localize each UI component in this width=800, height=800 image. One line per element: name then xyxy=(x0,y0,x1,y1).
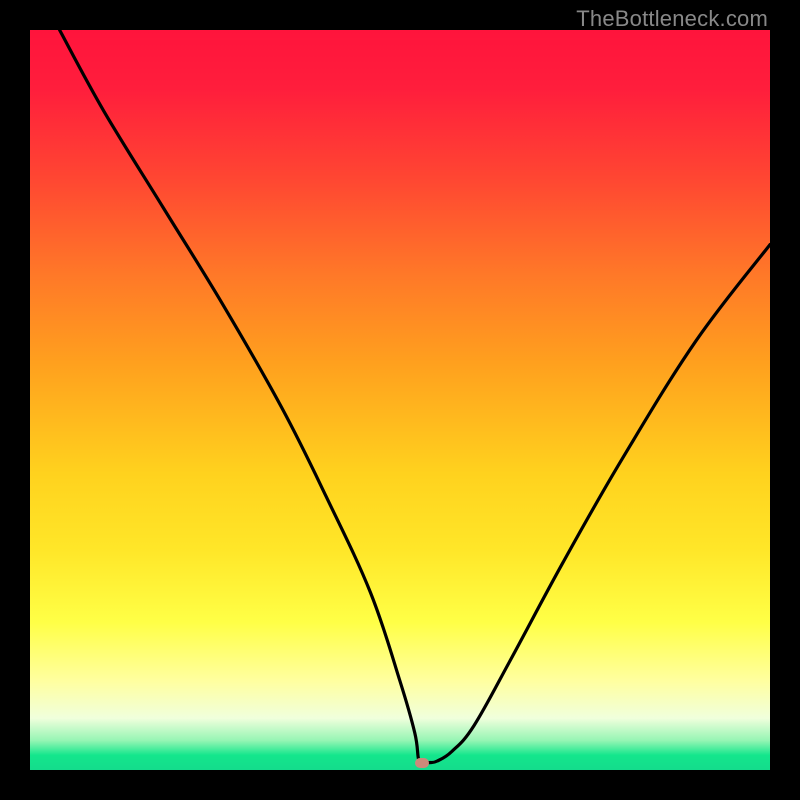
bottleneck-curve xyxy=(30,30,770,770)
plot-area xyxy=(30,30,770,770)
watermark-text: TheBottleneck.com xyxy=(576,6,768,32)
optimal-point-marker xyxy=(415,758,429,768)
chart-container: TheBottleneck.com xyxy=(0,0,800,800)
